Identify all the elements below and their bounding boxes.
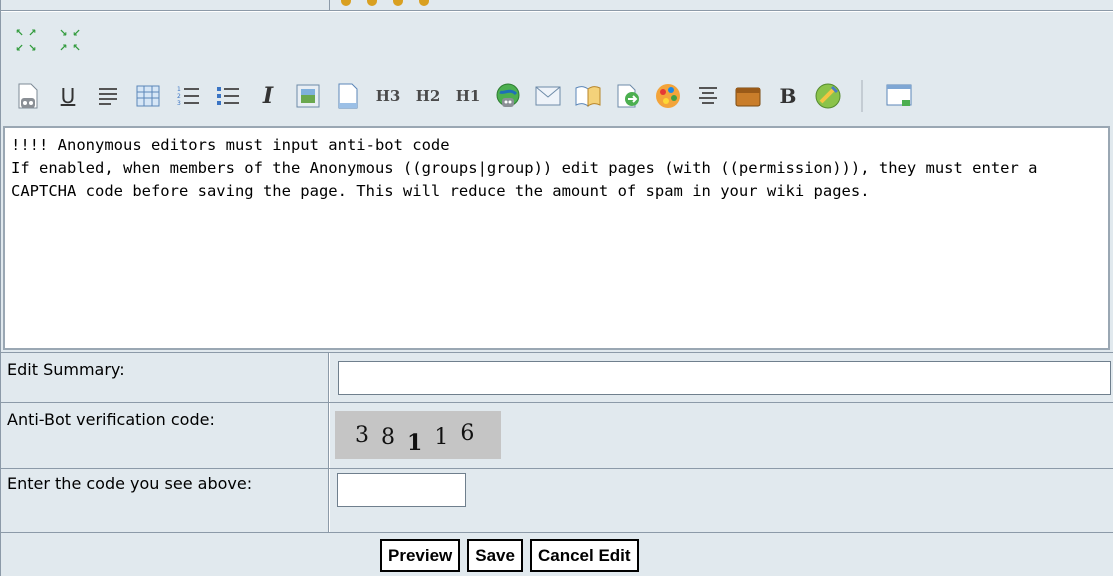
insert-image-icon[interactable] xyxy=(291,79,325,113)
toolbar-separator xyxy=(861,80,863,112)
edit-summary-row: Edit Summary: xyxy=(1,352,1113,402)
previous-row-edge xyxy=(1,0,1113,11)
save-button[interactable]: Save xyxy=(467,539,523,572)
color-icon[interactable] xyxy=(651,79,685,113)
captcha-digit: 1 xyxy=(434,424,449,450)
fullscreen-icon[interactable] xyxy=(883,79,917,113)
smiley-icon[interactable] xyxy=(341,0,351,6)
edit-summary-label: Edit Summary: xyxy=(1,353,329,402)
replace-icon[interactable] xyxy=(611,79,645,113)
svg-text:3: 3 xyxy=(177,100,181,107)
spellcheck-icon[interactable] xyxy=(811,79,845,113)
smiley-icon[interactable] xyxy=(367,0,377,6)
captcha-cell: 3 8 1 1 6 xyxy=(330,403,1113,468)
heading1-button[interactable]: H1 xyxy=(451,79,485,113)
align-left-icon[interactable] xyxy=(91,79,125,113)
edit-summary-cell xyxy=(330,353,1113,402)
email-icon[interactable] xyxy=(531,79,565,113)
heading2-button[interactable]: H2 xyxy=(411,79,445,113)
bullet-list-icon[interactable] xyxy=(211,79,245,113)
new-page-icon[interactable] xyxy=(331,79,365,113)
toolbar-buttons: U 123 I H3 H2 H1 B xyxy=(11,78,923,114)
svg-text:1: 1 xyxy=(177,86,181,93)
cancel-edit-button[interactable]: Cancel Edit xyxy=(529,539,639,572)
enlarge-icon[interactable]: ↖ ↗ ↙ ↘ xyxy=(13,26,39,56)
captcha-label: Anti-Bot verification code: xyxy=(1,403,329,468)
captcha-digit: 6 xyxy=(460,420,475,446)
captcha-row: Anti-Bot verification code: 3 8 1 1 6 xyxy=(1,402,1113,468)
svg-text:2: 2 xyxy=(177,93,181,100)
center-align-icon[interactable] xyxy=(691,79,725,113)
bold-label: B xyxy=(779,84,797,108)
form-actions: Preview Save Cancel Edit xyxy=(1,532,1113,576)
bold-button[interactable]: B xyxy=(771,79,805,113)
numbered-list-icon[interactable]: 123 xyxy=(171,79,205,113)
smiley-icon[interactable] xyxy=(419,0,429,6)
code-entry-label: Enter the code you see above: xyxy=(1,469,329,532)
captcha-image: 3 8 1 1 6 xyxy=(335,411,501,459)
italic-button[interactable]: I xyxy=(251,79,285,113)
captcha-code-input[interactable] xyxy=(337,473,466,507)
shrink-icon[interactable]: ↘ ↙ ↗ ↖ xyxy=(57,26,83,56)
captcha-digit: 3 xyxy=(355,422,369,448)
column-divider xyxy=(329,0,330,11)
smiley-icon[interactable] xyxy=(393,0,403,6)
editor-toolbar: ↖ ↗ ↙ ↘ ↘ ↙ ↗ ↖ U 123 I H3 H2 H1 B xyxy=(1,12,1113,124)
heading3-label: H3 xyxy=(375,87,401,105)
table-icon[interactable] xyxy=(131,79,165,113)
wiki-link-icon[interactable] xyxy=(571,79,605,113)
insert-plugin-icon[interactable] xyxy=(11,79,45,113)
heading2-label: H2 xyxy=(415,87,441,105)
external-link-icon[interactable] xyxy=(491,79,525,113)
action-buttons: Preview Save Cancel Edit xyxy=(380,539,639,572)
edit-summary-input[interactable] xyxy=(338,361,1111,395)
textarea-resize-controls: ↖ ↗ ↙ ↘ ↘ ↙ ↗ ↖ xyxy=(13,26,83,56)
heading1-label: H1 xyxy=(455,87,481,105)
preview-button[interactable]: Preview xyxy=(380,539,461,572)
wiki-content-textarea[interactable]: !!!! Anonymous editors must input anti-b… xyxy=(3,126,1110,350)
box-icon[interactable] xyxy=(731,79,765,113)
captcha-digit: 1 xyxy=(407,430,423,456)
captcha-digit: 8 xyxy=(381,424,395,450)
code-entry-cell xyxy=(330,469,1113,532)
italic-label: I xyxy=(262,83,274,109)
underline-button[interactable]: U xyxy=(51,79,85,113)
underline-label: U xyxy=(60,84,76,108)
edit-form: ↖ ↗ ↙ ↘ ↘ ↙ ↗ ↖ U 123 I H3 H2 H1 B !!!! … xyxy=(0,0,1113,576)
heading3-button[interactable]: H3 xyxy=(371,79,405,113)
editor-area: !!!! Anonymous editors must input anti-b… xyxy=(1,124,1113,352)
code-entry-row: Enter the code you see above: xyxy=(1,468,1113,532)
